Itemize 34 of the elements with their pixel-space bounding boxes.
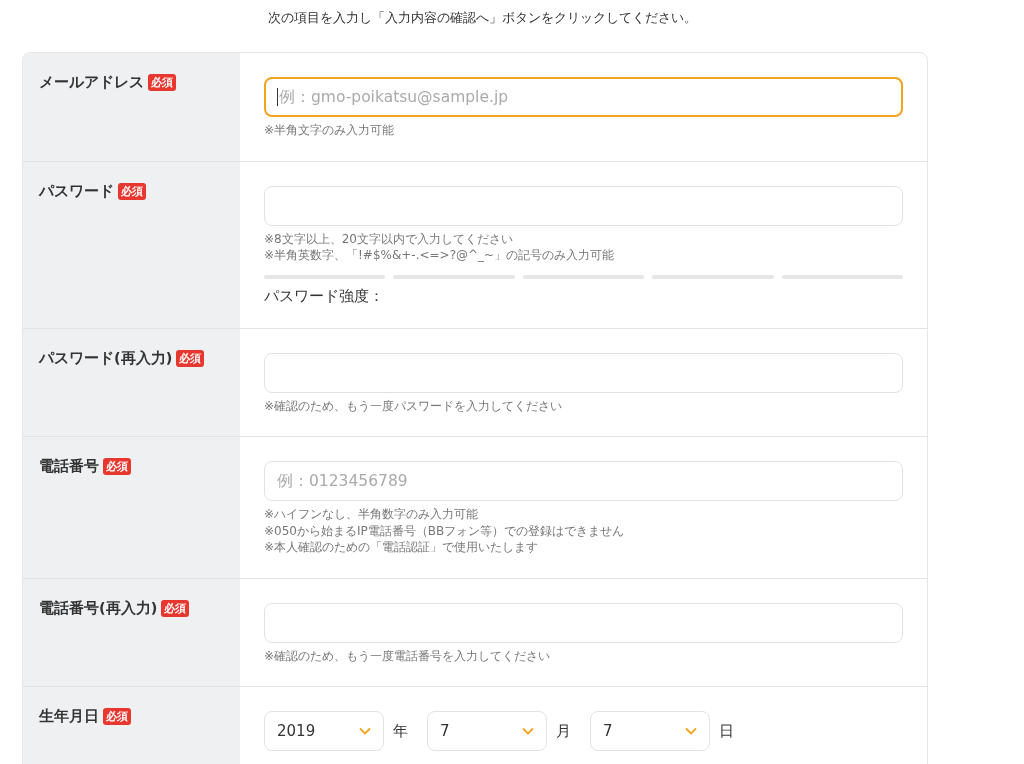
input-field[interactable] [264, 185, 903, 226]
field-label: 生年月日 [39, 707, 99, 726]
unit-label: 月 [556, 721, 571, 741]
required-badge: 必須 [118, 182, 146, 200]
required-badge: 必須 [161, 599, 190, 617]
required-badge: 必須 [103, 458, 131, 475]
unit-label: 年 [393, 721, 408, 741]
field-label: パスワード(再入力) [39, 348, 173, 368]
required-badge: 必須 [103, 708, 131, 725]
required-badge: 必須 [176, 349, 205, 367]
field-label: 電話番号(再入力) [39, 598, 158, 618]
hint-text: ※本人確認のための「電話認証」で使用いたします [264, 539, 540, 556]
dropdown-select[interactable]: 2019 [264, 711, 384, 751]
hint-text: ※半角文字のみ入力可能 [264, 122, 396, 139]
dropdown-select[interactable]: 7 [427, 711, 547, 751]
strength-label: パスワード強度： [264, 286, 385, 306]
hint-text: ※8文字以上、20文字以内で入力してください [264, 230, 514, 247]
hint-text: ※050から始まるIP電話番号（BBフォン等）での登録はできません [264, 522, 626, 539]
input-field[interactable] [264, 602, 903, 643]
required-badge: 必須 [148, 74, 176, 91]
dropdown-select[interactable]: 7 [590, 711, 710, 751]
hint-text: ※確認のため、もう一度パスワードを入力してください [264, 397, 564, 414]
hint-text: ※半角英数字、「!#$%&+-.<=>?@^_~」の記号のみ入力可能 [264, 247, 616, 264]
chevron-down-icon [522, 727, 534, 735]
instruction-text: 次の項目を入力し「入力内容の確認へ」ボタンをクリックしてください。 [266, 9, 698, 27]
input-field[interactable] [264, 352, 903, 393]
chevron-down-icon [685, 727, 697, 735]
field-label: メールアドレス [39, 73, 144, 92]
chevron-down-icon [359, 727, 371, 735]
unit-label: 日 [719, 721, 734, 741]
hint-text: ※確認のため、もう一度電話番号を入力してください [264, 647, 552, 664]
field-label: パスワード [39, 181, 114, 201]
field-label: 電話番号 [39, 457, 99, 476]
hint-text: ※ハイフンなし、半角数字のみ入力可能 [264, 506, 480, 523]
